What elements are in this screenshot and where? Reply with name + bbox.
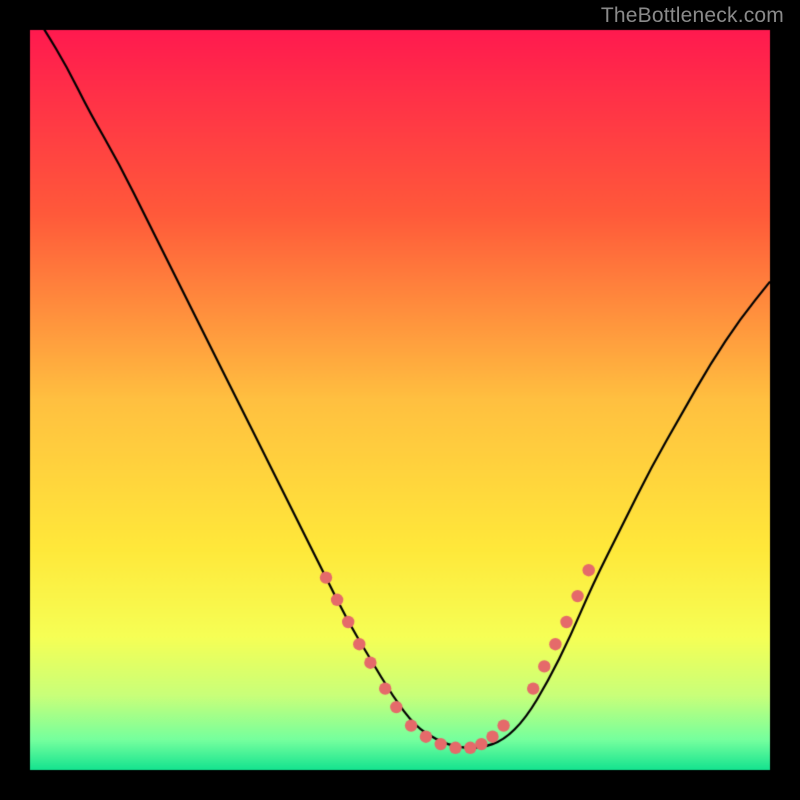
chart-container: TheBottleneck.com bbox=[0, 0, 800, 800]
watermark-text: TheBottleneck.com bbox=[601, 4, 784, 28]
bottleneck-chart-canvas bbox=[0, 0, 800, 800]
